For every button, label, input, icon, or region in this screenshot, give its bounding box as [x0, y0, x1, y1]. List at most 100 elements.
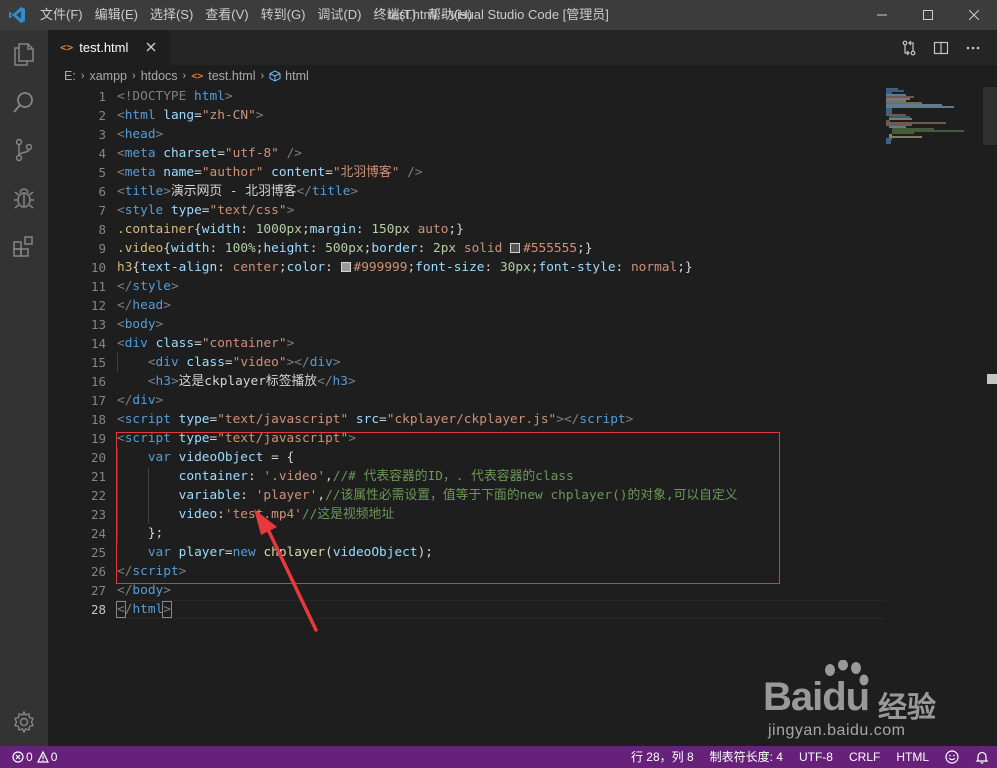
- open-changes-button[interactable]: [893, 30, 925, 65]
- close-window-button[interactable]: [951, 0, 997, 30]
- split-editor-icon: [933, 41, 949, 54]
- menu-terminal[interactable]: 终端(T): [367, 0, 422, 30]
- error-count: 0: [26, 750, 33, 764]
- tab-test-html[interactable]: <> test.html: [48, 30, 170, 65]
- line-number: 8: [98, 222, 106, 237]
- activity-bar: [0, 30, 48, 746]
- cursor-position[interactable]: 行 28，列 8: [623, 746, 702, 768]
- code-line-20: var videoObject = {: [147, 450, 295, 465]
- code-line-15: <div class="video"></div>: [147, 355, 341, 370]
- language-mode[interactable]: HTML: [888, 746, 937, 768]
- warning-count: 0: [50, 750, 58, 764]
- code-line-6: <title>演示网页 - 北羽博客</title>: [117, 184, 359, 199]
- line-number: 25: [90, 545, 106, 560]
- code-line-12: </head>: [117, 298, 171, 313]
- chevron-right-icon: ›: [80, 70, 85, 82]
- html-file-icon: <>: [60, 41, 74, 54]
- menu-go[interactable]: 转到(G): [255, 0, 312, 30]
- code-line-18: <script type="text/javascript" src="ckpl…: [117, 412, 634, 427]
- line-number: 24: [90, 526, 106, 541]
- feedback-button[interactable]: [937, 746, 967, 768]
- source-control-button[interactable]: [0, 126, 48, 174]
- manage-button[interactable]: [0, 698, 48, 746]
- html-file-icon: <>: [191, 70, 204, 82]
- breadcrumb-symbol-html[interactable]: html: [269, 69, 309, 83]
- code-line-27: </body>: [117, 583, 171, 598]
- chevron-right-icon: ›: [132, 70, 136, 82]
- notifications-button[interactable]: [967, 746, 997, 768]
- line-numbers: 1 2 3 4 5 6 7 8 9 10 11 12 13 14 15 16 1…: [48, 87, 108, 619]
- ellipsis-icon: [966, 46, 980, 49]
- code-line-14: <div class="container">: [117, 336, 295, 351]
- more-actions-button[interactable]: [957, 30, 989, 65]
- smiley-icon: [945, 750, 959, 764]
- menu-debug[interactable]: 调试(D): [311, 0, 367, 30]
- minimize-button[interactable]: [859, 0, 905, 30]
- scrollbar-thumb[interactable]: [983, 87, 997, 145]
- vertical-scrollbar[interactable]: [983, 87, 997, 746]
- maximize-button[interactable]: [905, 0, 951, 30]
- file-encoding[interactable]: UTF-8: [791, 746, 841, 768]
- code-line-2: <html lang="zh-CN">: [117, 108, 264, 123]
- tab-label: test.html: [79, 40, 129, 55]
- tab-size[interactable]: 制表符长度: 4: [702, 746, 791, 768]
- line-number: 2: [98, 108, 106, 123]
- color-swatch[interactable]: [340, 262, 351, 272]
- source-control-icon: [15, 138, 33, 162]
- breadcrumb-file[interactable]: <> test.html: [191, 69, 255, 83]
- code-line-23: video:'test.mp4'//这是视频地址: [178, 507, 395, 522]
- editor-actions: [893, 30, 989, 65]
- problems-indicator[interactable]: 0 0: [0, 746, 57, 768]
- minimap[interactable]: [884, 87, 984, 147]
- title-bar: 文件(F) 编辑(E) 选择(S) 查看(V) 转到(G) 调试(D) 终端(T…: [0, 0, 997, 30]
- code-line-10: h3{text-align: center;color: #999999;fon…: [117, 260, 693, 275]
- breadcrumb-folder-htdocs[interactable]: htdocs: [141, 69, 178, 83]
- line-number: 12: [90, 298, 106, 313]
- end-of-line[interactable]: CRLF: [841, 746, 888, 768]
- menu-file[interactable]: 文件(F): [34, 0, 89, 30]
- debug-button[interactable]: [0, 174, 48, 222]
- breadcrumb-folder-xampp[interactable]: xampp: [89, 69, 127, 83]
- menu-selection[interactable]: 选择(S): [144, 0, 199, 30]
- line-number: 6: [98, 184, 106, 199]
- menu-bar: 文件(F) 编辑(E) 选择(S) 查看(V) 转到(G) 调试(D) 终端(T…: [34, 0, 478, 30]
- close-icon: [969, 10, 979, 20]
- line-number: 10: [90, 260, 106, 275]
- breadcrumb-drive[interactable]: E:: [64, 69, 76, 83]
- bell-icon: [975, 751, 989, 764]
- code-line-16: <h3>这是ckplayer标签播放</h3>: [147, 374, 356, 389]
- code-line-28: </html>: [116, 601, 172, 618]
- menu-help[interactable]: 帮助(H): [422, 0, 478, 30]
- line-number: 26: [90, 564, 106, 579]
- tab-close-button[interactable]: [142, 38, 160, 56]
- split-editor-button[interactable]: [925, 30, 957, 65]
- code-line-19: <script type="text/javascript">: [117, 431, 356, 446]
- menu-view[interactable]: 查看(V): [199, 0, 254, 30]
- code-line-17: </div>: [117, 393, 164, 408]
- line-number: 16: [90, 374, 106, 389]
- search-button[interactable]: [0, 78, 48, 126]
- color-swatch[interactable]: [510, 243, 521, 253]
- line-number-active: 28: [90, 602, 106, 617]
- code-line-8: .container{width: 1000px;margin: 150px a…: [117, 222, 464, 237]
- line-number: 15: [90, 355, 106, 370]
- close-icon: [146, 42, 156, 52]
- line-number: 18: [90, 412, 106, 427]
- search-icon: [13, 92, 33, 113]
- code-lines: <!DOCTYPE html> <html lang="zh-CN"> <hea…: [116, 87, 887, 619]
- code-line-13: <body>: [117, 317, 164, 332]
- line-number: 1: [98, 89, 106, 104]
- status-bar: 0 0 行 28，列 8 制表符长度: 4 UTF-8 CRLF HTML: [0, 746, 997, 768]
- line-number: 14: [90, 336, 106, 351]
- vscode-logo-icon: [0, 0, 34, 30]
- menu-edit[interactable]: 编辑(E): [89, 0, 144, 30]
- files-icon: [14, 43, 34, 66]
- explorer-button[interactable]: [0, 30, 48, 78]
- extensions-button[interactable]: [0, 222, 48, 270]
- code-line-26: </script>: [117, 564, 187, 579]
- compare-changes-icon: [902, 40, 916, 55]
- code-editor[interactable]: 1 2 3 4 5 6 7 8 9 10 11 12 13 14 15 16 1…: [48, 87, 997, 746]
- error-icon: [12, 751, 24, 763]
- line-number: 5: [98, 165, 106, 180]
- extensions-icon: [13, 236, 33, 257]
